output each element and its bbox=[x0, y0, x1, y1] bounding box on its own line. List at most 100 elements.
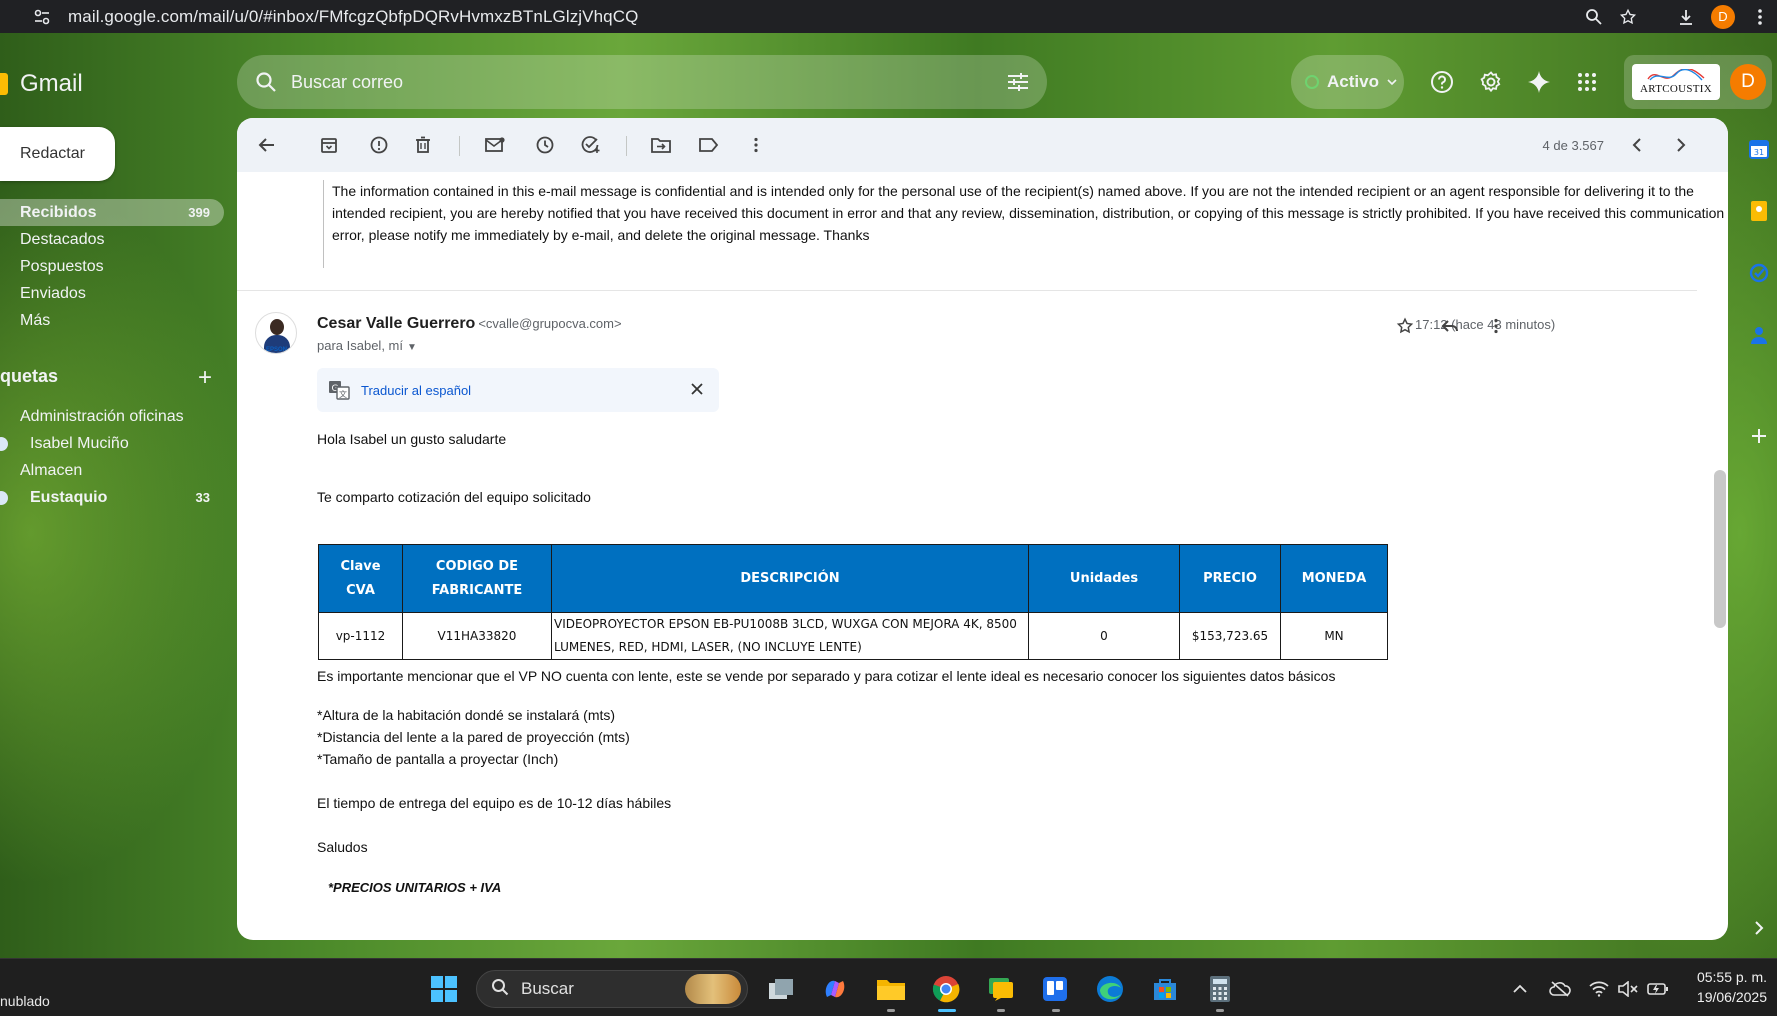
star-icon[interactable] bbox=[1391, 312, 1419, 340]
back-arrow-icon[interactable] bbox=[253, 131, 281, 159]
chrome-icon[interactable] bbox=[929, 972, 963, 1006]
sidebar-item-enviados[interactable]: Enviados bbox=[0, 280, 224, 307]
calendar-icon[interactable]: 31 bbox=[1747, 137, 1771, 161]
compose-button[interactable]: Redactar bbox=[0, 127, 115, 181]
svg-text:文: 文 bbox=[339, 389, 347, 399]
label-item-isabel[interactable]: Isabel Muciño bbox=[0, 430, 224, 457]
label-tag-icon[interactable] bbox=[695, 131, 723, 159]
sidebar-item-destacados[interactable]: Destacados bbox=[0, 226, 224, 253]
previous-chevron-icon[interactable] bbox=[1623, 131, 1651, 159]
onedrive-cloud-icon[interactable] bbox=[1547, 976, 1573, 1002]
message-more-icon[interactable] bbox=[1482, 312, 1510, 340]
svg-text:31: 31 bbox=[1754, 148, 1764, 157]
edge-icon[interactable] bbox=[1093, 972, 1127, 1006]
file-explorer-icon[interactable] bbox=[874, 972, 908, 1006]
closing-text: Saludos bbox=[317, 839, 368, 855]
reply-icon[interactable] bbox=[1436, 312, 1464, 340]
bookmark-star-icon[interactable] bbox=[1611, 0, 1645, 33]
sidebar-item-pospuestos[interactable]: Pospuestos bbox=[0, 253, 224, 280]
scrollbar-thumb[interactable] bbox=[1714, 470, 1726, 628]
table-header-cell: Unidades bbox=[1028, 544, 1180, 613]
sidebar-item-recibidos[interactable]: Recibidos 399 bbox=[0, 199, 224, 226]
site-info-icon[interactable] bbox=[32, 7, 52, 27]
next-chevron-icon[interactable] bbox=[1667, 131, 1695, 159]
tasks-icon[interactable] bbox=[1747, 261, 1771, 285]
copilot-icon[interactable] bbox=[818, 972, 852, 1006]
search-icon[interactable] bbox=[253, 69, 279, 95]
search-input[interactable]: Buscar correo bbox=[291, 72, 403, 93]
gmail-logo[interactable]: Gmail bbox=[0, 66, 83, 102]
wifi-icon[interactable] bbox=[1586, 976, 1612, 1002]
mark-unread-icon[interactable] bbox=[481, 131, 509, 159]
zoom-icon[interactable] bbox=[1577, 0, 1611, 33]
taskbar-search[interactable]: Buscar bbox=[476, 970, 748, 1008]
url-text[interactable]: mail.google.com/mail/u/0/#inbox/FMfcgzQb… bbox=[68, 7, 638, 27]
label-item-almacen[interactable]: Almacen bbox=[0, 457, 224, 484]
sidebar-item-mas[interactable]: Más bbox=[0, 307, 224, 334]
report-spam-icon[interactable] bbox=[365, 131, 393, 159]
gemini-sparkle-icon[interactable] bbox=[1523, 66, 1555, 98]
download-icon[interactable] bbox=[1669, 0, 1703, 33]
chat-app-icon[interactable] bbox=[983, 972, 1017, 1006]
label-item-text: Eustaquio bbox=[30, 488, 108, 506]
move-to-folder-icon[interactable] bbox=[647, 131, 675, 159]
table-cell: 0 bbox=[1028, 612, 1180, 660]
bullet-line: *Altura de la habitación dondé se instal… bbox=[317, 707, 616, 723]
add-task-icon[interactable] bbox=[577, 131, 605, 159]
close-icon[interactable] bbox=[687, 379, 707, 399]
quotation-table: Clave CVA CODIGO DE FABRICANTE DESCRIPCI… bbox=[318, 544, 1388, 660]
snooze-clock-icon[interactable] bbox=[531, 131, 559, 159]
account-switcher[interactable]: ARTCOUSTIX D bbox=[1624, 55, 1772, 109]
sidebar-nav: Recibidos 399 Destacados Pospuestos Envi… bbox=[0, 199, 224, 334]
battery-icon[interactable] bbox=[1645, 976, 1671, 1002]
collapse-panel-chevron-icon[interactable] bbox=[1747, 916, 1771, 940]
caret-down-icon[interactable]: ▼ bbox=[407, 342, 417, 353]
delete-trash-icon[interactable] bbox=[409, 131, 437, 159]
settings-gear-icon[interactable] bbox=[1475, 66, 1507, 98]
microsoft-store-icon[interactable] bbox=[1148, 972, 1182, 1006]
table-header-row: Clave CVA CODIGO DE FABRICANTE DESCRIPCI… bbox=[318, 544, 1388, 613]
add-addon-icon[interactable] bbox=[1747, 424, 1771, 448]
help-icon[interactable] bbox=[1426, 66, 1458, 98]
calculator-icon[interactable] bbox=[1203, 972, 1237, 1006]
browser-menu-icon[interactable] bbox=[1743, 0, 1777, 33]
browser-profile-avatar[interactable]: D bbox=[1711, 4, 1735, 29]
windows-start-icon[interactable] bbox=[427, 972, 461, 1006]
table-header-cell: PRECIO bbox=[1179, 544, 1281, 613]
sender-avatar[interactable]: EPSON bbox=[255, 312, 297, 354]
taskbar-search-icon bbox=[491, 978, 509, 1001]
clock-date: 19/06/2025 bbox=[1696, 989, 1767, 1005]
archive-icon[interactable] bbox=[315, 131, 343, 159]
message-panel: 4 de 3.567 The information contained in … bbox=[237, 118, 1728, 940]
running-indicator bbox=[1216, 1009, 1224, 1012]
search-options-icon[interactable] bbox=[1005, 69, 1031, 95]
label-item-text: Administración oficinas bbox=[20, 407, 184, 425]
toolbar-divider bbox=[459, 136, 460, 156]
account-avatar[interactable]: D bbox=[1730, 64, 1766, 100]
unread-count: 399 bbox=[188, 205, 210, 220]
sidebar-item-label: Más bbox=[20, 311, 51, 329]
translate-link[interactable]: Traducir al español bbox=[361, 383, 471, 398]
status-dropdown[interactable]: Activo bbox=[1291, 55, 1404, 109]
show-hidden-icons-chevron-icon[interactable] bbox=[1507, 976, 1533, 1002]
sender-name[interactable]: Cesar Valle Guerrero bbox=[317, 315, 475, 332]
apps-grid-icon[interactable] bbox=[1571, 66, 1603, 98]
system-clock[interactable]: 05:55 p. m. 19/06/2025 bbox=[1697, 967, 1767, 1007]
trello-icon[interactable] bbox=[1038, 972, 1072, 1006]
contacts-icon[interactable] bbox=[1747, 323, 1771, 347]
search-bar[interactable]: Buscar correo bbox=[237, 55, 1047, 109]
keep-icon[interactable] bbox=[1747, 199, 1771, 223]
more-options-icon[interactable] bbox=[742, 131, 770, 159]
volume-muted-icon[interactable] bbox=[1615, 976, 1641, 1002]
recipients-line[interactable]: para Isabel, mí ▼ bbox=[317, 338, 417, 353]
add-label-icon[interactable]: + bbox=[198, 364, 212, 392]
label-item-administracion[interactable]: Administración oficinas bbox=[0, 403, 224, 430]
bullet-line: *Distancia del lente a la pared de proye… bbox=[317, 729, 630, 745]
labels-heading: quetas + bbox=[0, 364, 224, 392]
label-item-eustaquio[interactable]: Eustaquio 33 bbox=[0, 484, 224, 511]
note-text: Es importante mencionar que el VP NO cue… bbox=[317, 668, 1336, 684]
gmail-logo-text: Gmail bbox=[20, 70, 83, 97]
browser-url-bar: mail.google.com/mail/u/0/#inbox/FMfcgzQb… bbox=[0, 0, 1777, 33]
weather-text[interactable]: nublado bbox=[0, 993, 50, 1009]
task-view-icon[interactable] bbox=[764, 972, 798, 1006]
